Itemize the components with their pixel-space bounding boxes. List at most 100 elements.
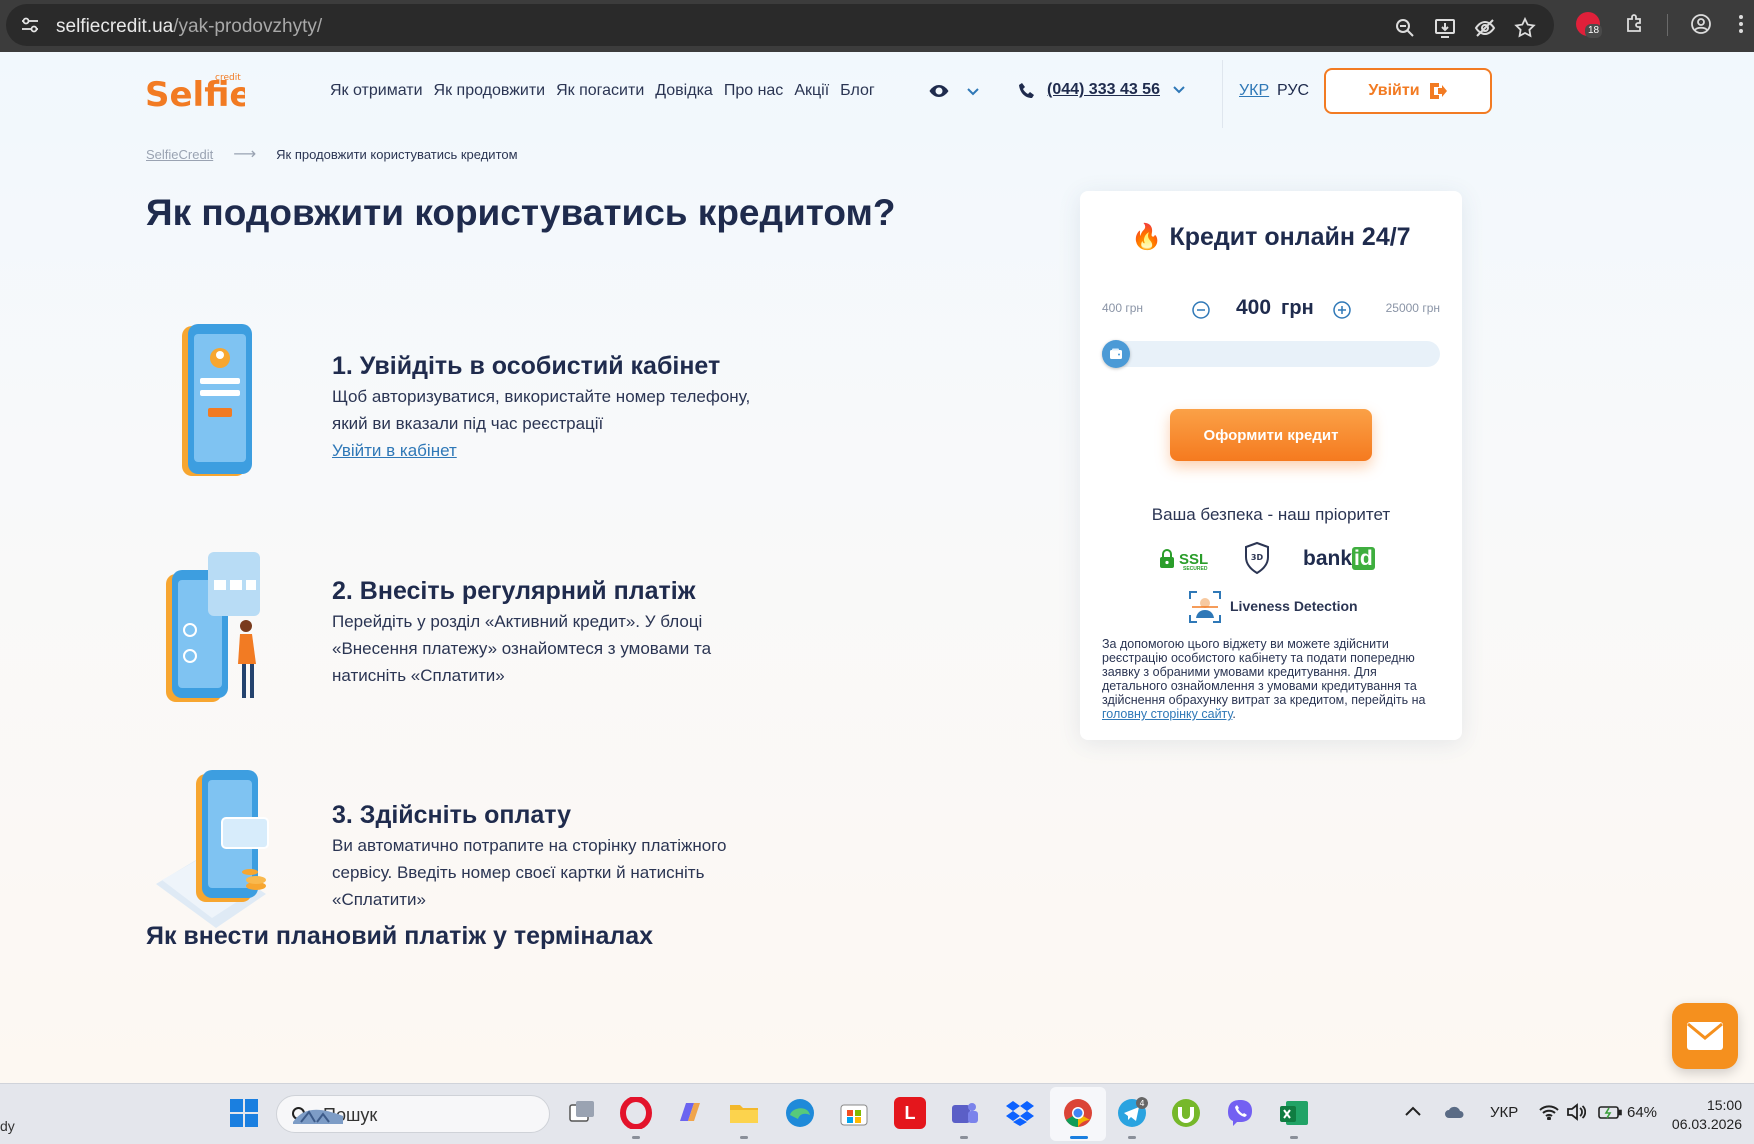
chrome-browser-icon[interactable] [1062,1097,1094,1129]
phone-icon [1019,83,1034,98]
widget-disclaimer-text: За допомогою цього віджету ви можете зді… [1102,637,1426,707]
bankid-badge: bankid [1303,547,1375,571]
web-page: Selfie credit Як отримати Як продовжити … [0,52,1754,1083]
profile-icon[interactable] [1690,13,1712,35]
search-highlight-image-icon [293,1109,343,1124]
credit-widget: 🔥 Кредит онлайн 24/7 400 грн 400 грн 2500… [1080,191,1462,740]
telegram-badge-count: 4 [1139,1099,1144,1108]
step-2-title: 2. Внесіть регулярний платіж [332,577,696,605]
taskbar-search-box[interactable]: Пошук [276,1095,550,1133]
chat-mail-button[interactable] [1672,1003,1738,1069]
bookmark-star-icon[interactable] [1514,17,1536,39]
3d-secure-shield-icon: 3D [1245,541,1269,575]
site-settings-icon[interactable] [20,16,40,34]
accessibility-eye-icon[interactable] [928,82,950,100]
nav-item-promo[interactable]: Акції [794,82,829,100]
onedrive-cloud-icon[interactable] [1444,1102,1466,1122]
amount-max-label: 25000 грн [1385,301,1440,315]
ssl-text: SSL [1179,550,1209,568]
widget-title-text: Кредит онлайн 24/7 [1169,223,1411,251]
excel-icon[interactable] [1278,1097,1310,1129]
amount-slider[interactable] [1102,340,1440,368]
nav-item-how-to-extend[interactable]: Як продовжити [434,82,546,100]
payment-phone-illustration [166,552,260,702]
increase-amount-icon[interactable] [1333,301,1351,319]
login-cabinet-link[interactable]: Увійти в кабінет [332,437,457,464]
url-path: /yak-prodovzhyty/ [173,16,323,37]
selfie-credit-logo[interactable]: Selfie credit [145,68,245,110]
telegram-running-indicator [1128,1136,1136,1139]
wifi-icon[interactable] [1539,1104,1559,1120]
step-2-text: Перейдіть у розділ «Активний кредит». У … [332,612,712,685]
opera-browser-icon[interactable] [620,1097,652,1129]
extension-abp-icon[interactable]: 18 [1576,12,1603,38]
phone-number-link[interactable]: (044) 333 43 56 [1047,81,1160,99]
nav-item-blog[interactable]: Блог [840,82,875,100]
breadcrumb: SelfieCredit ⟶ Як продовжити користувати… [146,144,518,164]
bankid-text-a: bank [1303,547,1353,570]
payment-card-illustration [156,770,269,928]
task-view-icon[interactable] [566,1097,598,1129]
main-page-link[interactable]: головну сторінку сайту [1102,707,1232,721]
nav-item-how-to-repay[interactable]: Як погасити [556,82,644,100]
nav-item-about[interactable]: Про нас [724,82,783,100]
ssl-secured-badge: SSL SECURED [1159,546,1208,572]
lang-ukr-link[interactable]: УКР [1239,82,1269,100]
lang-rus-link[interactable]: РУС [1277,82,1309,100]
amount-value[interactable]: 400 грн [1236,296,1314,320]
telegram-icon[interactable]: 4 [1116,1097,1148,1129]
edge-browser-icon[interactable] [784,1097,816,1129]
step-1-text: Щоб авторизуватися, використайте номер т… [332,383,752,464]
login-button[interactable]: Увійти [1324,68,1492,114]
zoom-icon[interactable] [1394,17,1416,39]
show-hidden-icons-chevron-up-icon[interactable] [1404,1104,1422,1118]
apply-credit-button[interactable]: Оформити кредит [1170,409,1372,461]
windows-taskbar: dy Пошук L 4 УКР 64% 15:00 06.03.2026 [0,1083,1754,1144]
lingvo-app-icon[interactable]: L [894,1097,926,1129]
extensions-puzzle-icon[interactable] [1624,13,1646,35]
dropbox-icon[interactable] [1004,1097,1036,1129]
breadcrumb-home-link[interactable]: SelfieCredit [146,147,213,162]
copilot-icon[interactable] [674,1097,706,1129]
decrease-amount-icon[interactable] [1192,301,1210,319]
amount-min-label: 400 грн [1102,301,1144,315]
step-1-description: Щоб авторизуватися, використайте номер т… [332,387,751,433]
phone-chevron-down-icon[interactable] [1173,86,1185,94]
amount-number: 400 [1236,296,1272,319]
widget-disclaimer-end: . [1232,707,1236,721]
phone-login-illustration [182,324,252,476]
install-app-icon[interactable] [1434,17,1456,39]
logo-sup-text: credit [215,73,241,83]
battery-charging-icon[interactable] [1598,1104,1622,1120]
viber-icon[interactable] [1224,1097,1256,1129]
address-bar[interactable]: selfiecredit.ua/yak-prodovzhyty/ [6,4,1554,46]
nav-item-how-to-get[interactable]: Як отримати [330,82,423,100]
header-divider [1222,60,1223,128]
utorrent-icon[interactable] [1170,1097,1202,1129]
teams-icon[interactable] [948,1097,980,1129]
browser-menu-icon[interactable] [1730,13,1752,35]
widget-disclaimer: За допомогою цього віджету ви можете зді… [1102,637,1442,721]
ssl-secured-text: SECURED [1183,566,1208,572]
eye-off-icon[interactable] [1474,17,1496,39]
file-explorer-icon[interactable] [728,1097,760,1129]
keyboard-language-indicator[interactable]: УКР [1490,1104,1518,1121]
lock-icon [1160,549,1174,568]
widget-title: 🔥 Кредит онлайн 24/7 [1080,223,1462,252]
login-arrow-icon [1429,83,1447,99]
teams-running-indicator [960,1136,968,1139]
breadcrumb-arrow-icon: ⟶ [233,146,257,163]
extension-badge-count: 18 [1585,24,1603,38]
microsoft-store-icon[interactable] [838,1097,870,1129]
toolbar-divider [1667,14,1668,36]
volume-icon[interactable] [1566,1103,1586,1121]
security-title: Ваша безпека - наш пріоритет [1151,505,1391,524]
windows-start-icon[interactable] [228,1097,260,1129]
nav-item-help[interactable]: Довідка [655,82,713,100]
system-clock[interactable]: 15:00 06.03.2026 [1672,1096,1742,1134]
amount-unit: грн [1281,297,1314,319]
slider-handle[interactable] [1102,340,1130,368]
accessibility-chevron-down-icon[interactable] [967,88,979,96]
lingvo-app-letter: L [904,1103,916,1123]
url-text[interactable]: selfiecredit.ua/yak-prodovzhyty/ [56,16,322,38]
